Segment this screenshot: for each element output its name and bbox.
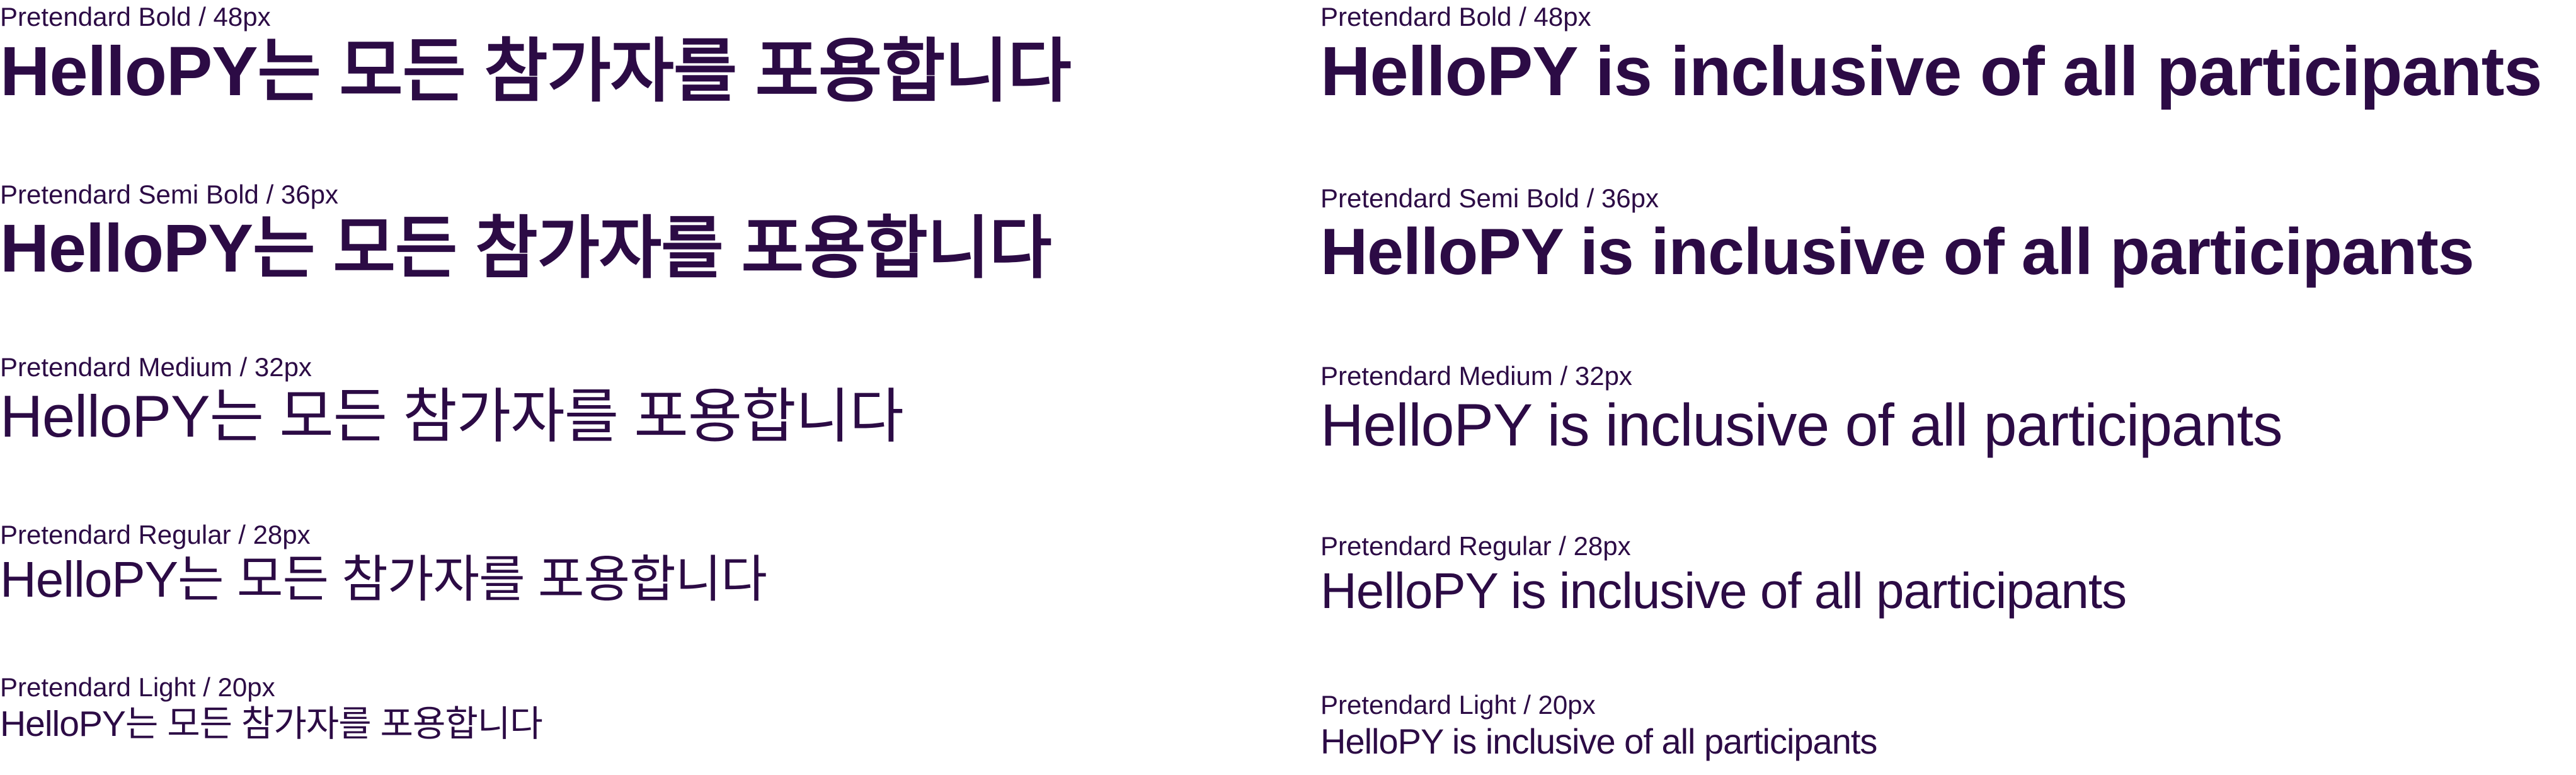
- specimen-label: Pretendard Medium / 32px: [0, 352, 312, 382]
- specimen-label: Pretendard Light / 20px: [0, 672, 275, 702]
- specimen-sample-text: HelloPY is inclusive of all participants: [1320, 721, 1877, 761]
- specimen-sample-text: HelloPY는 모든 참가자를 포용합니다: [0, 551, 767, 607]
- specimen-sample-text: HelloPY는 모든 참가자를 포용합니다: [0, 33, 1072, 110]
- specimen-regular-english: Pretendard Regular / 28px HelloPY is inc…: [1320, 531, 2127, 621]
- specimen-sample-text: HelloPY is inclusive of all participants: [1320, 215, 2475, 289]
- specimen-medium-korean: Pretendard Medium / 32px HelloPY는 모든 참가자…: [0, 352, 904, 451]
- specimen-sample-text: HelloPY is inclusive of all participants: [1320, 33, 2543, 110]
- specimen-bold-korean: Pretendard Bold / 48px HelloPY는 모든 참가자를 …: [0, 2, 1072, 112]
- specimen-label: Pretendard Regular / 28px: [1320, 531, 1631, 561]
- specimen-label: Pretendard Light / 20px: [1320, 690, 1596, 720]
- specimen-label: Pretendard Semi Bold / 36px: [1320, 183, 1659, 213]
- specimen-sample-text: HelloPY is inclusive of all participants: [1320, 563, 2127, 619]
- specimen-sample-text: HelloPY는 모든 참가자를 포용합니다: [0, 383, 904, 449]
- specimen-medium-english: Pretendard Medium / 32px HelloPY is incl…: [1320, 362, 2282, 460]
- specimen-label: Pretendard Bold / 48px: [0, 2, 271, 32]
- specimen-light-korean: Pretendard Light / 20px HelloPY는 모든 참가자를…: [0, 672, 543, 746]
- specimen-sample-text: HelloPY는 모든 참가자를 포용합니다: [0, 210, 1051, 286]
- specimen-light-english: Pretendard Light / 20px HelloPY is inclu…: [1320, 691, 1877, 764]
- specimen-bold-english: Pretendard Bold / 48px HelloPY is inclus…: [1320, 2, 2543, 112]
- specimen-semibold-english: Pretendard Semi Bold / 36px HelloPY is i…: [1320, 183, 2475, 291]
- specimen-label: Pretendard Medium / 32px: [1320, 361, 1632, 391]
- specimen-label: Pretendard Bold / 48px: [1320, 2, 1591, 32]
- specimen-sample-text: HelloPY는 모든 참가자를 포용합니다: [0, 704, 543, 744]
- specimen-semibold-korean: Pretendard Semi Bold / 36px HelloPY는 모든 …: [0, 180, 1051, 287]
- specimen-sample-text: HelloPY is inclusive of all participants: [1320, 392, 2282, 459]
- specimen-label: Pretendard Regular / 28px: [0, 520, 311, 549]
- specimen-regular-korean: Pretendard Regular / 28px HelloPY는 모든 참가…: [0, 520, 767, 610]
- specimen-label: Pretendard Semi Bold / 36px: [0, 180, 338, 209]
